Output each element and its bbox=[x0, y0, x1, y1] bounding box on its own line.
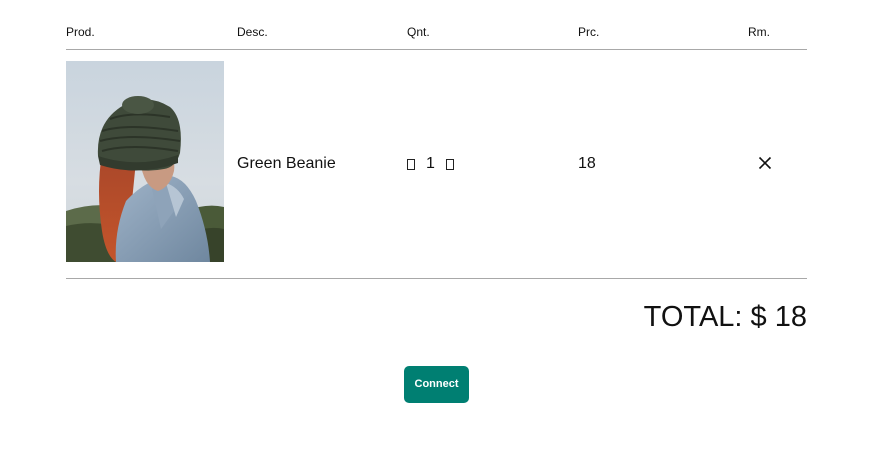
table-header: Prod. Desc. Qnt. Prc. Rm. bbox=[66, 25, 807, 50]
header-quantity: Qnt. bbox=[407, 25, 430, 39]
header-description: Desc. bbox=[237, 25, 268, 39]
quantity-stepper: 1 bbox=[407, 154, 454, 174]
cart-total: TOTAL: $ 18 bbox=[643, 301, 807, 333]
header-remove: Rm. bbox=[748, 25, 770, 39]
increment-icon[interactable] bbox=[445, 158, 454, 170]
quantity-value: 1 bbox=[426, 155, 435, 172]
header-price: Prc. bbox=[578, 25, 600, 39]
item-price: 18 bbox=[578, 155, 596, 172]
decrement-icon[interactable] bbox=[407, 158, 415, 170]
connect-button[interactable]: Connect bbox=[404, 366, 469, 403]
item-description: Green Beanie bbox=[237, 155, 336, 172]
close-icon[interactable] bbox=[757, 155, 773, 171]
product-image bbox=[66, 61, 224, 262]
header-product: Prod. bbox=[66, 25, 95, 39]
table-row: Green Beanie 1 18 bbox=[66, 49, 807, 279]
